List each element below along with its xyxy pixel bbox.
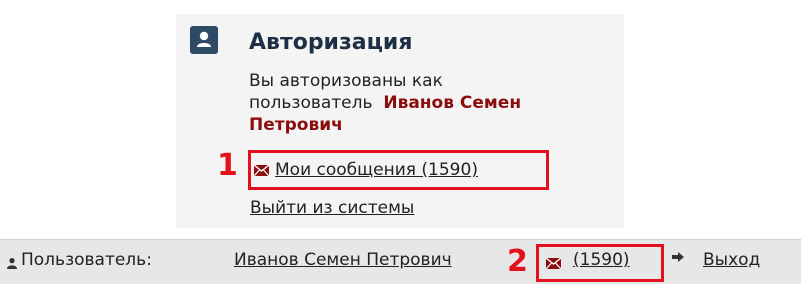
marker-number-1: 1 (217, 148, 238, 183)
logout-link[interactable]: Выход (703, 250, 760, 270)
envelope-icon (545, 254, 562, 274)
authorization-title: Авторизация (249, 30, 413, 55)
logout-link[interactable]: Выйти из системы (250, 198, 414, 218)
auth-intro-line1: Вы авторизованы как (249, 71, 443, 91)
user-icon (190, 26, 218, 54)
user-label: Пользователь: (21, 250, 152, 270)
authorization-text: Вы авторизованы как пользователь Иванов … (249, 70, 619, 136)
user-name-link[interactable]: Иванов Семен Петрович (234, 250, 452, 270)
user-icon (6, 254, 18, 273)
messages-count-link[interactable]: (1590) (573, 250, 630, 270)
arrow-right-icon (671, 249, 685, 269)
marker-number-2: 2 (507, 244, 528, 279)
logout-link-wrapper: Выйти из системы (250, 198, 414, 218)
highlight-box-1 (248, 150, 549, 190)
auth-intro-line2: пользователь (249, 93, 373, 113)
